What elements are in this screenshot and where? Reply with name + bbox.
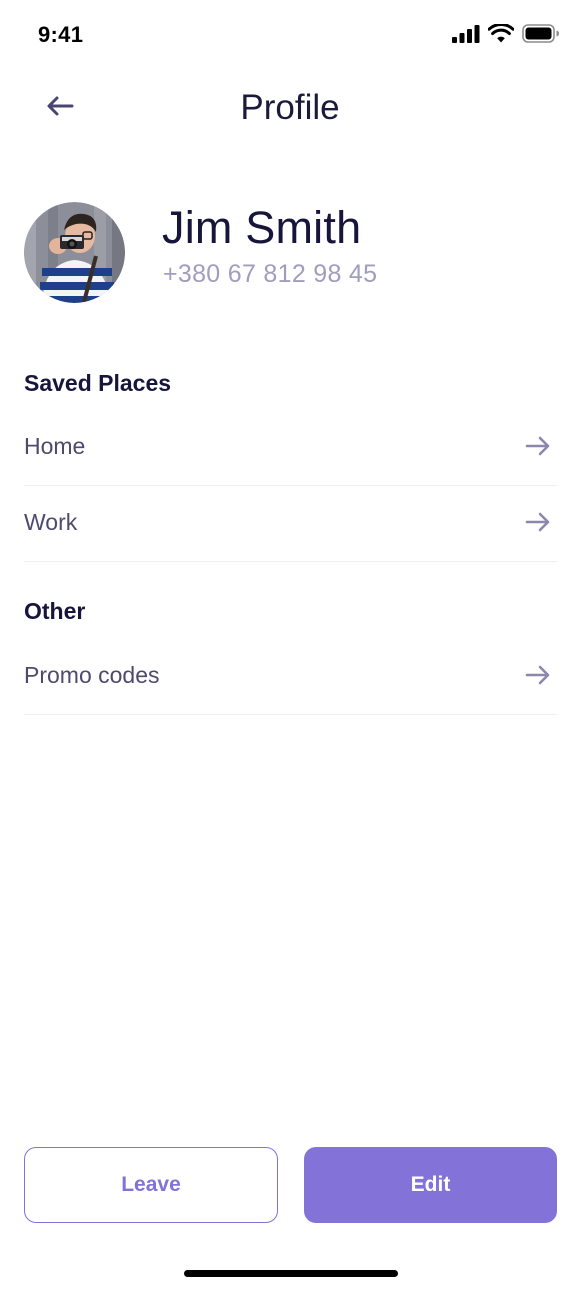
list-item-promo-codes[interactable]: Promo codes [24, 638, 557, 715]
wifi-icon [487, 22, 515, 48]
battery-icon [522, 24, 560, 48]
profile-phone: +380 67 812 98 45 [163, 260, 378, 288]
status-icons [452, 22, 560, 48]
leave-button[interactable]: Leave [24, 1147, 278, 1223]
avatar[interactable] [24, 202, 125, 303]
edit-button[interactable]: Edit [304, 1147, 557, 1223]
header: Profile [0, 78, 580, 138]
list-item-label: Work [24, 509, 78, 535]
cellular-signal-icon [452, 24, 480, 48]
status-bar: 9:41 [0, 0, 580, 70]
list-item-label: Promo codes [24, 662, 160, 688]
home-indicator [184, 1270, 398, 1277]
list-item-work[interactable]: Work [24, 485, 557, 562]
section-title-other: Other [24, 598, 86, 624]
list-item-label: Home [24, 433, 86, 459]
page-title: Profile [240, 88, 340, 127]
section-title-saved-places: Saved Places [24, 370, 172, 396]
list-item-home[interactable]: Home [24, 409, 557, 486]
arrow-right-icon [525, 512, 551, 532]
arrow-right-icon [525, 665, 551, 685]
profile-name: Jim Smith [162, 202, 362, 253]
arrow-right-icon [525, 436, 551, 456]
status-time: 9:41 [38, 22, 84, 47]
user-avatar-photo [24, 202, 125, 303]
